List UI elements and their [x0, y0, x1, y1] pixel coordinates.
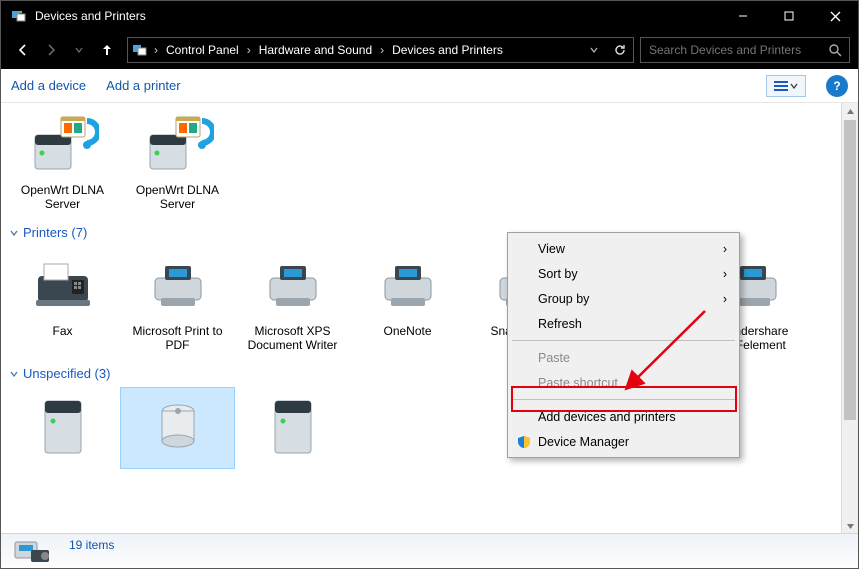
menu-separator — [512, 340, 735, 341]
menu-item-sort-by[interactable]: Sort by› — [510, 261, 737, 286]
view-area: OpenWrt DLNA Server O — [1, 103, 858, 535]
disk-icon — [142, 391, 214, 463]
printer-item[interactable]: Microsoft XPS Document Writer — [235, 246, 350, 358]
menu-item-add-devices-and-printers[interactable]: Add devices and printers — [510, 404, 737, 429]
unspecified-item[interactable] — [235, 387, 350, 469]
printer-item[interactable]: Microsoft Print to PDF — [120, 246, 235, 358]
add-device-link[interactable]: Add a device — [11, 78, 86, 93]
devices-icon — [11, 536, 53, 566]
refresh-button[interactable] — [607, 43, 633, 57]
vertical-scrollbar[interactable] — [841, 103, 858, 535]
scroll-up-button[interactable] — [842, 103, 858, 120]
unspecified-item[interactable] — [5, 387, 120, 469]
printer-item[interactable]: OneNote — [350, 246, 465, 358]
chevron-down-icon — [7, 228, 21, 238]
chevron-right-icon[interactable]: › — [152, 43, 160, 57]
back-button[interactable] — [9, 36, 37, 64]
menu-separator — [512, 399, 735, 400]
media-server-icon — [142, 109, 214, 181]
status-bar: 19 items — [1, 533, 858, 568]
item-label: Microsoft Print to PDF — [122, 324, 233, 352]
history-dropdown-button[interactable] — [581, 45, 607, 55]
device-item[interactable]: OpenWrt DLNA Server — [5, 105, 120, 217]
search-input[interactable] — [641, 43, 821, 57]
menu-item-refresh[interactable]: Refresh — [510, 311, 737, 336]
device-item[interactable]: OpenWrt DLNA Server — [120, 105, 235, 217]
window-icon — [11, 8, 27, 24]
close-button[interactable] — [812, 1, 858, 31]
status-count: 19 items — [69, 538, 114, 552]
menu-item-device-manager[interactable]: Device Manager — [510, 429, 737, 454]
item-label: Fax — [52, 324, 72, 338]
item-label: Microsoft XPS Document Writer — [237, 324, 348, 352]
shield-icon — [516, 434, 532, 450]
menu-item-view[interactable]: View› — [510, 236, 737, 261]
forward-button[interactable] — [37, 36, 65, 64]
scroll-thumb[interactable] — [844, 120, 856, 420]
menu-item-paste-shortcut: Paste shortcut — [510, 370, 737, 395]
breadcrumb[interactable]: › Control Panel › Hardware and Sound › D… — [127, 37, 634, 63]
devices-items: OpenWrt DLNA Server O — [1, 103, 841, 217]
chevron-right-icon[interactable]: › — [378, 43, 386, 57]
help-button[interactable]: ? — [826, 75, 848, 97]
search-box[interactable] — [640, 37, 850, 63]
chevron-right-icon: › — [723, 292, 727, 306]
minimize-button[interactable] — [720, 1, 766, 31]
printer-icon — [257, 250, 329, 322]
printer-item-fax[interactable]: Fax — [5, 246, 120, 358]
chevron-right-icon[interactable]: › — [245, 43, 253, 57]
context-menu: View› Sort by› Group by› Refresh Paste P… — [507, 232, 740, 458]
server-icon — [27, 391, 99, 463]
server-icon — [257, 391, 329, 463]
printer-icon — [372, 250, 444, 322]
search-icon[interactable] — [821, 43, 849, 57]
item-label: OpenWrt DLNA Server — [7, 183, 118, 211]
chevron-down-icon — [7, 369, 21, 379]
unspecified-item[interactable] — [120, 387, 235, 469]
media-server-icon — [27, 109, 99, 181]
location-icon — [128, 42, 152, 58]
crumb-hardware-sound[interactable]: Hardware and Sound — [253, 38, 378, 62]
menu-item-paste: Paste — [510, 345, 737, 370]
chevron-right-icon: › — [723, 267, 727, 281]
crumb-devices-printers[interactable]: Devices and Printers — [386, 38, 509, 62]
command-bar: Add a device Add a printer ? — [1, 69, 858, 103]
up-button[interactable] — [93, 36, 121, 64]
fax-icon — [27, 250, 99, 322]
item-label: OpenWrt DLNA Server — [122, 183, 233, 211]
items-canvas[interactable]: OpenWrt DLNA Server O — [1, 103, 841, 535]
group-label: Unspecified (3) — [23, 366, 110, 381]
window-title: Devices and Printers — [35, 9, 720, 23]
menu-item-group-by[interactable]: Group by› — [510, 286, 737, 311]
chevron-right-icon: › — [723, 242, 727, 256]
group-label: Printers (7) — [23, 225, 87, 240]
address-bar: › Control Panel › Hardware and Sound › D… — [1, 31, 858, 69]
title-bar: Devices and Printers — [1, 1, 858, 31]
window-buttons — [720, 1, 858, 31]
item-label: OneNote — [383, 324, 431, 338]
maximize-button[interactable] — [766, 1, 812, 31]
view-options-button[interactable] — [766, 75, 806, 97]
printer-icon — [142, 250, 214, 322]
add-printer-link[interactable]: Add a printer — [106, 78, 180, 93]
recent-locations-button[interactable] — [65, 36, 93, 64]
crumb-control-panel[interactable]: Control Panel — [160, 38, 245, 62]
